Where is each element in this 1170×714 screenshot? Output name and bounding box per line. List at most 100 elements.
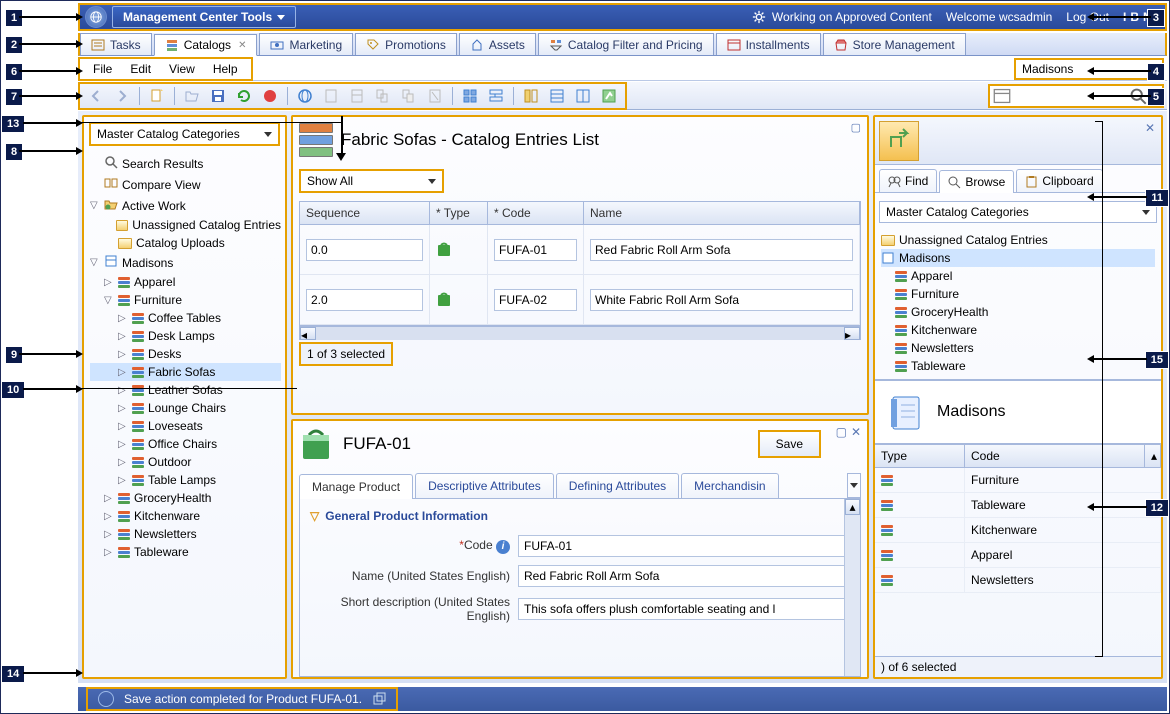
show-utility-pane-button[interactable] xyxy=(598,85,620,107)
tool-1[interactable] xyxy=(320,85,342,107)
tree-active-work[interactable]: ▽Active Work xyxy=(90,195,281,216)
search-type-icon[interactable] xyxy=(993,87,1011,105)
open-button[interactable] xyxy=(181,85,203,107)
utility-tab-find[interactable]: Find xyxy=(879,169,937,192)
explorer-filter-select[interactable]: Master Catalog Categories xyxy=(89,122,280,146)
tool-3[interactable] xyxy=(372,85,394,107)
util-tree-unassigned[interactable]: Unassigned Catalog Entries xyxy=(881,231,1155,249)
util-col-code[interactable]: Code xyxy=(965,445,1145,467)
save-button[interactable] xyxy=(207,85,229,107)
minimize-icon[interactable]: ▢ xyxy=(836,425,847,439)
search-options-caret[interactable] xyxy=(1151,93,1159,98)
util-grid-row[interactable]: Apparel xyxy=(875,543,1161,568)
util-grid-row[interactable]: Furniture xyxy=(875,468,1161,493)
show-utilities-button[interactable] xyxy=(520,85,542,107)
back-button[interactable] xyxy=(85,85,107,107)
short-desc-field[interactable] xyxy=(518,598,850,620)
tree-coffee-tables[interactable]: ▷Coffee Tables xyxy=(90,309,281,327)
name-field[interactable] xyxy=(518,565,850,587)
refresh-button[interactable] xyxy=(233,85,255,107)
tab-tasks[interactable]: Tasks xyxy=(80,33,152,55)
tab-overflow-button[interactable] xyxy=(847,473,861,498)
new-button[interactable] xyxy=(146,85,168,107)
tool-2[interactable] xyxy=(346,85,368,107)
tree-apparel[interactable]: ▷Apparel xyxy=(90,273,281,291)
tree-leather-sofas[interactable]: ▷Leather Sofas xyxy=(90,381,281,399)
code-input[interactable] xyxy=(494,289,577,311)
close-tab-icon[interactable]: ✕ xyxy=(238,40,246,51)
workspace-status[interactable]: Working on Approved Content xyxy=(752,10,932,24)
editor-tab-descriptive-attrs[interactable]: Descriptive Attributes xyxy=(415,473,554,498)
preview-button[interactable] xyxy=(294,85,316,107)
menu-view[interactable]: View xyxy=(161,60,203,78)
util-tree-furniture[interactable]: Furniture xyxy=(881,285,1155,303)
editor-tab-manage-product[interactable]: Manage Product xyxy=(299,474,413,499)
tree-tableware[interactable]: ▷Tableware xyxy=(90,543,281,561)
util-tree-kitchenware[interactable]: Kitchenware xyxy=(881,321,1155,339)
store-selector[interactable]: Madisons xyxy=(1014,58,1164,80)
name-input[interactable] xyxy=(590,289,853,311)
col-sequence[interactable]: Sequence xyxy=(300,202,430,224)
tree-groceryhealth[interactable]: ▷GroceryHealth xyxy=(90,489,281,507)
editor-tab-defining-attrs[interactable]: Defining Attributes xyxy=(556,473,679,498)
util-grid-row[interactable]: Tableware xyxy=(875,493,1161,518)
tree-desks[interactable]: ▷Desks xyxy=(90,345,281,363)
tab-catalogs[interactable]: Catalogs✕ xyxy=(154,34,258,56)
tab-installments[interactable]: Installments xyxy=(716,33,821,55)
editor-save-button[interactable]: Save xyxy=(758,430,821,458)
tab-catalog-filter[interactable]: Catalog Filter and Pricing xyxy=(538,33,714,55)
util-tree-madisons[interactable]: Madisons xyxy=(881,249,1155,267)
grid-horizontal-scrollbar[interactable]: ◂▸ xyxy=(299,326,861,340)
delete-button[interactable] xyxy=(424,85,446,107)
tree-furniture[interactable]: ▽Furniture xyxy=(90,291,281,309)
list-panel-controls[interactable]: ▢ xyxy=(851,121,861,134)
name-input[interactable] xyxy=(590,239,853,261)
util-tree-newsletters[interactable]: Newsletters xyxy=(881,339,1155,357)
editor-tab-merchandising[interactable]: Merchandisin xyxy=(681,473,778,498)
grid-row[interactable] xyxy=(300,225,860,275)
utility-tab-clipboard[interactable]: Clipboard xyxy=(1016,169,1102,192)
menu-help[interactable]: Help xyxy=(205,60,246,78)
close-icon[interactable]: ✕ xyxy=(851,425,861,439)
util-col-type[interactable]: Type xyxy=(875,445,965,467)
search-input[interactable] xyxy=(1015,89,1125,103)
tab-marketing[interactable]: Marketing xyxy=(259,33,353,55)
tree-search-results[interactable]: Search Results xyxy=(90,153,281,174)
col-type[interactable]: * Type xyxy=(430,202,488,224)
col-name[interactable]: Name xyxy=(584,202,860,224)
util-grid-row[interactable]: Newsletters xyxy=(875,568,1161,593)
tree-outdoor[interactable]: ▷Outdoor xyxy=(90,453,281,471)
grid-row[interactable] xyxy=(300,275,860,325)
app-globe-icon[interactable] xyxy=(85,6,107,28)
tool-4[interactable] xyxy=(398,85,420,107)
utility-tab-browse[interactable]: Browse xyxy=(939,170,1014,193)
logout-link[interactable]: Log Out xyxy=(1066,10,1109,24)
utility-filter-select[interactable]: Master Catalog Categories xyxy=(879,201,1157,223)
popout-icon[interactable] xyxy=(372,692,386,706)
tree-office-chairs[interactable]: ▷Office Chairs xyxy=(90,435,281,453)
tab-store-mgmt[interactable]: Store Management xyxy=(823,33,966,55)
find-replace-button[interactable] xyxy=(485,85,507,107)
management-center-tools-menu[interactable]: Management Center Tools xyxy=(112,6,296,28)
close-icon[interactable]: ✕ xyxy=(1145,121,1155,135)
util-tree-tableware[interactable]: Tableware xyxy=(881,357,1155,375)
search-go-button[interactable] xyxy=(1129,87,1147,105)
show-props-button[interactable] xyxy=(572,85,594,107)
tree-compare-view[interactable]: Compare View xyxy=(90,174,281,195)
tree-fabric-sofas[interactable]: ▷Fabric Sofas xyxy=(90,363,281,381)
menu-edit[interactable]: Edit xyxy=(122,60,159,78)
tab-assets[interactable]: Assets xyxy=(459,33,536,55)
show-list-button[interactable] xyxy=(546,85,568,107)
util-tree-groceryhealth[interactable]: GroceryHealth xyxy=(881,303,1155,321)
tree-kitchenware[interactable]: ▷Kitchenware xyxy=(90,507,281,525)
tree-loveseats[interactable]: ▷Loveseats xyxy=(90,417,281,435)
code-input[interactable] xyxy=(494,239,577,261)
util-grid-row[interactable]: Kitchenware xyxy=(875,518,1161,543)
tree-desk-lamps[interactable]: ▷Desk Lamps xyxy=(90,327,281,345)
tree-madisons[interactable]: ▽Madisons xyxy=(90,252,281,273)
code-field[interactable] xyxy=(518,535,850,557)
list-filter-dropdown[interactable]: Show All xyxy=(299,169,444,193)
tree-table-lamps[interactable]: ▷Table Lamps xyxy=(90,471,281,489)
menu-file[interactable]: File xyxy=(85,60,120,78)
tree-newsletters[interactable]: ▷Newsletters xyxy=(90,525,281,543)
